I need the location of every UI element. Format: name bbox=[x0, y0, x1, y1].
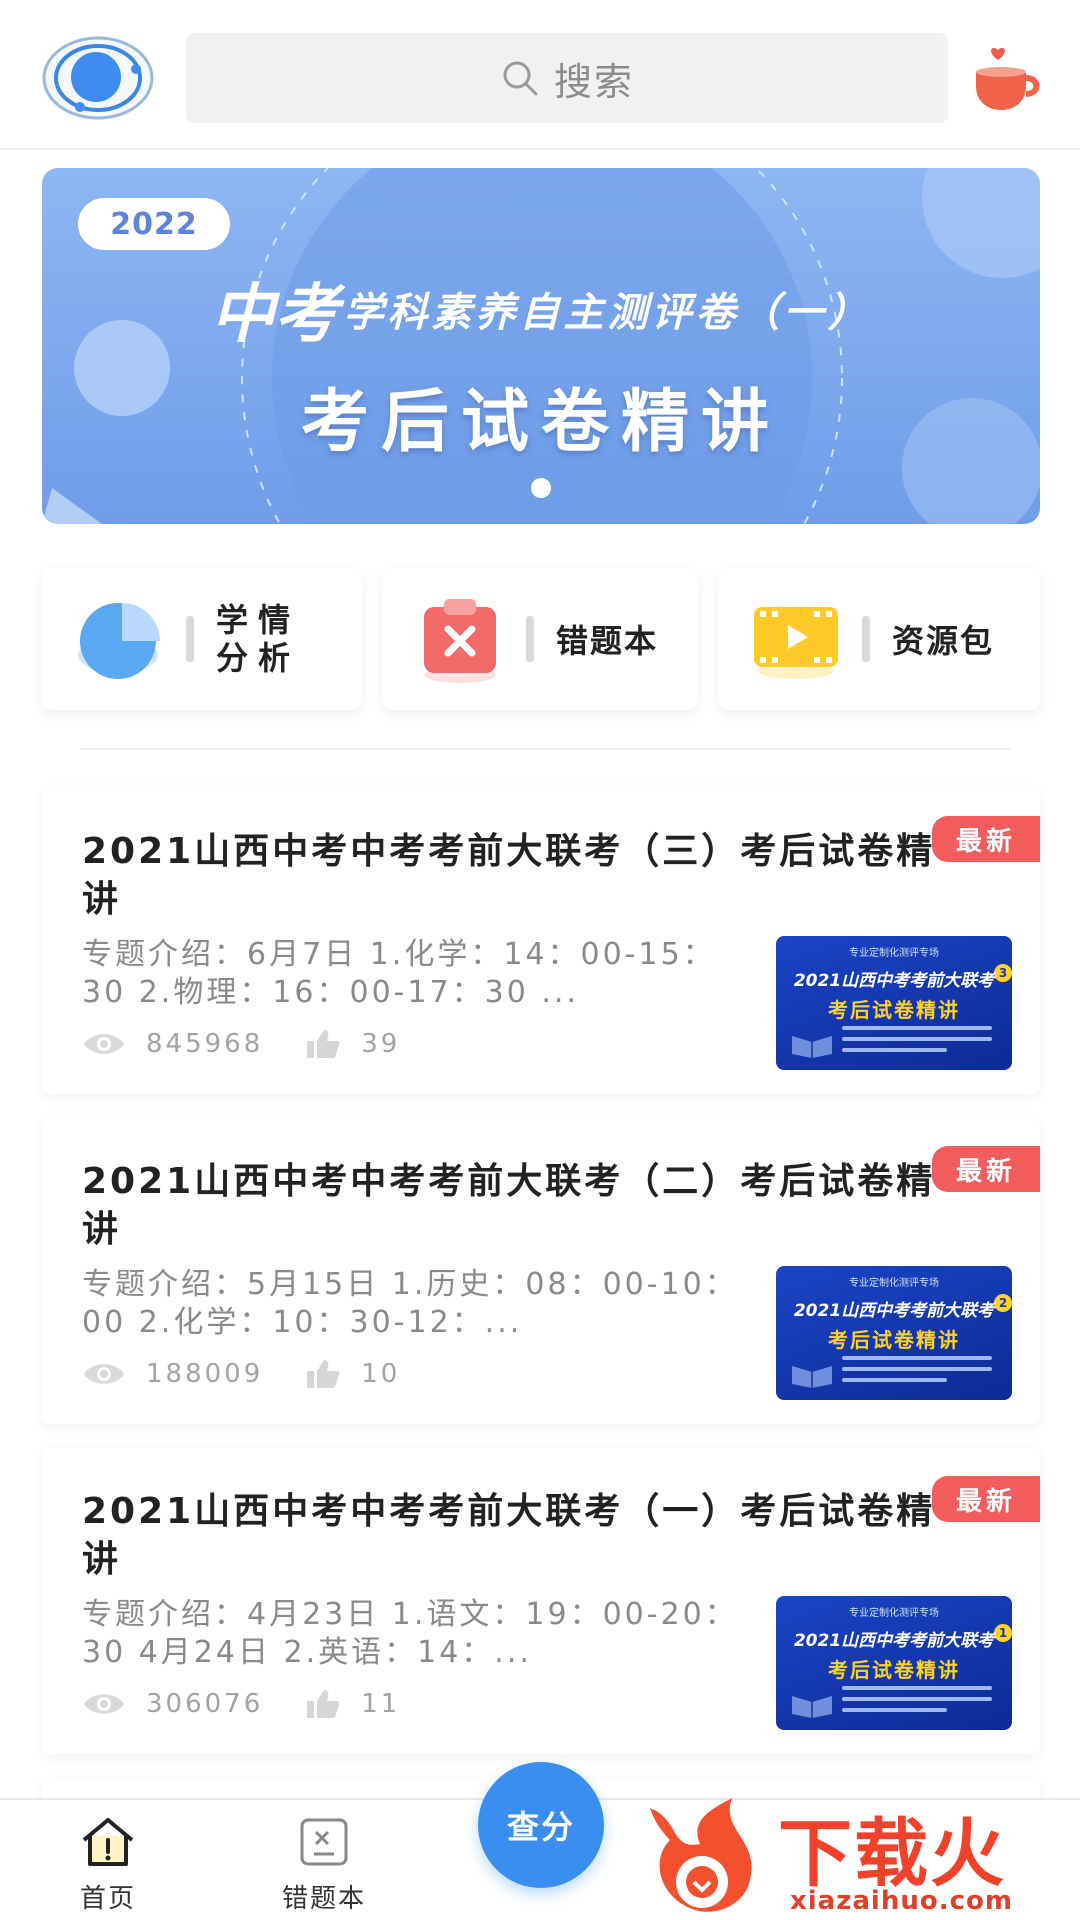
watermark-text: 下载火 bbox=[778, 1811, 1006, 1897]
entry-separator bbox=[862, 616, 870, 662]
thumb-title: 考后试卷精讲 bbox=[828, 1658, 960, 1682]
entry-label: 错题本 bbox=[556, 622, 659, 660]
book-icon bbox=[792, 1366, 832, 1388]
entry-separator bbox=[526, 616, 534, 662]
tab-home[interactable]: 首页 bbox=[38, 1816, 178, 1915]
banner-title-sub: 学科素养自主测评卷（一） bbox=[343, 290, 872, 336]
thumbs-up-icon[interactable] bbox=[305, 1688, 341, 1720]
like-count: 39 bbox=[361, 1029, 401, 1059]
top-header: 搜索 bbox=[0, 0, 1080, 150]
home-alert-icon bbox=[82, 1818, 134, 1866]
entry-learning-analysis[interactable]: 学情分析 bbox=[42, 568, 362, 710]
card-thumbnail[interactable]: 专业定制化测评专场 2 2021山西中考考前大联考 考后试卷精讲 bbox=[776, 1266, 1012, 1400]
thumb-text-lines bbox=[842, 1686, 992, 1719]
thumb-subtitle: 2021山西中考考前大联考 bbox=[793, 971, 995, 991]
course-card[interactable]: 最新 2021山西中考中考考前大联考（二）考后试卷精讲 专题介绍：5月15日 1… bbox=[42, 1118, 1040, 1424]
section-divider bbox=[80, 748, 1010, 750]
eye-icon bbox=[84, 1364, 124, 1384]
search-bar[interactable]: 搜索 bbox=[186, 33, 948, 123]
video-play-icon bbox=[754, 607, 838, 679]
card-description: 专题介绍：4月23日 1.语文：19：00-20：30 4月24日 2.英语：1… bbox=[82, 1597, 738, 1670]
card-thumbnail[interactable]: 专业定制化测评专场 3 2021山西中考考前大联考 考后试卷精讲 bbox=[776, 936, 1012, 1070]
thumb-text-lines bbox=[842, 1356, 992, 1389]
book-icon bbox=[792, 1036, 832, 1058]
thumb-text-lines bbox=[842, 1026, 992, 1059]
check-score-button[interactable]: 查分 bbox=[478, 1762, 604, 1888]
thumbs-up-icon[interactable] bbox=[305, 1028, 341, 1060]
view-count: 306076 bbox=[146, 1689, 264, 1719]
card-title[interactable]: 2021山西中考中考考前大联考（三）考后试卷精讲 bbox=[82, 828, 942, 924]
tab-home-label: 首页 bbox=[79, 1884, 136, 1914]
banner-title-line: 中考 学科素养自主测评卷（一） bbox=[42, 263, 1040, 355]
card-stats: 845968 39 bbox=[82, 1028, 400, 1060]
thumb-caption: 专业定制化测评专场 bbox=[849, 948, 939, 959]
eye-icon bbox=[84, 1694, 124, 1714]
coffee-cup-icon[interactable] bbox=[968, 40, 1044, 116]
banner-year-badge: 2022 bbox=[78, 198, 230, 250]
clipboard-x-icon bbox=[424, 599, 496, 683]
view-count: 188009 bbox=[146, 1359, 264, 1389]
banner-main-title: 考后试卷精讲 bbox=[300, 383, 781, 462]
promo-banner[interactable]: 2022 中考 学科素养自主测评卷（一） 考后试卷精讲 bbox=[42, 168, 1040, 524]
course-card[interactable]: 最新 2021山西中考中考考前大联考（一）考后试卷精讲 专题介绍：4月23日 1… bbox=[42, 1448, 1040, 1754]
thumb-caption: 专业定制化测评专场 bbox=[849, 1608, 939, 1619]
thumb-caption: 专业定制化测评专场 bbox=[849, 1278, 939, 1289]
eye-icon bbox=[84, 1034, 124, 1054]
like-count: 11 bbox=[361, 1689, 401, 1719]
card-stats: 188009 10 bbox=[82, 1358, 400, 1390]
banner-page-dot[interactable] bbox=[531, 478, 551, 498]
card-description: 专题介绍：5月15日 1.历史：08：00-10：00 2.化学：10：30-1… bbox=[82, 1267, 738, 1340]
card-thumbnail[interactable]: 专业定制化测评专场 1 2021山西中考考前大联考 考后试卷精讲 bbox=[776, 1596, 1012, 1730]
flame-icon bbox=[650, 1798, 752, 1912]
card-description: 专题介绍：6月7日 1.化学：14：00-15：30 2.物理：16：00-17… bbox=[82, 937, 716, 1010]
tab-wrong-book[interactable]: 错题本 bbox=[254, 1816, 394, 1915]
watermark-logo: 下载火 xiazaihuo.com bbox=[640, 1790, 1080, 1920]
watermark-url: xiazaihuo.com bbox=[790, 1886, 1013, 1916]
banner-title-big: 中考 bbox=[210, 278, 339, 352]
new-badge: 最新 bbox=[932, 1146, 1040, 1192]
app-logo-icon[interactable] bbox=[40, 33, 156, 123]
like-count: 10 bbox=[361, 1359, 401, 1389]
thumb-subtitle: 2021山西中考考前大联考 bbox=[793, 1301, 995, 1321]
view-count: 845968 bbox=[146, 1029, 264, 1059]
thumb-title: 考后试卷精讲 bbox=[828, 998, 960, 1022]
search-placeholder: 搜索 bbox=[553, 59, 634, 104]
entry-wrong-book[interactable]: 错题本 bbox=[382, 568, 698, 710]
card-title[interactable]: 2021山西中考中考考前大联考（二）考后试卷精讲 bbox=[82, 1158, 942, 1254]
entry-separator bbox=[186, 616, 194, 662]
search-icon bbox=[503, 61, 538, 96]
entry-label: 资源包 bbox=[892, 622, 995, 660]
pie-chart-icon bbox=[78, 603, 160, 679]
wrong-book-icon bbox=[300, 1818, 348, 1866]
entry-label: 学情分析 bbox=[216, 601, 301, 677]
card-stats: 306076 11 bbox=[82, 1688, 400, 1720]
thumbs-up-icon[interactable] bbox=[305, 1358, 341, 1390]
new-badge: 最新 bbox=[932, 1476, 1040, 1522]
course-card[interactable]: 最新 2021山西中考中考考前大联考（三）考后试卷精讲 专题介绍：6月7日 1.… bbox=[42, 788, 1040, 1094]
new-badge: 最新 bbox=[932, 816, 1040, 862]
book-icon bbox=[792, 1696, 832, 1718]
thumb-title: 考后试卷精讲 bbox=[828, 1328, 960, 1352]
entry-resource-pack[interactable]: 资源包 bbox=[718, 568, 1040, 710]
card-title[interactable]: 2021山西中考中考考前大联考（一）考后试卷精讲 bbox=[82, 1488, 942, 1584]
thumb-subtitle: 2021山西中考考前大联考 bbox=[793, 1631, 995, 1651]
tab-wrong-book-label: 错题本 bbox=[281, 1884, 366, 1914]
